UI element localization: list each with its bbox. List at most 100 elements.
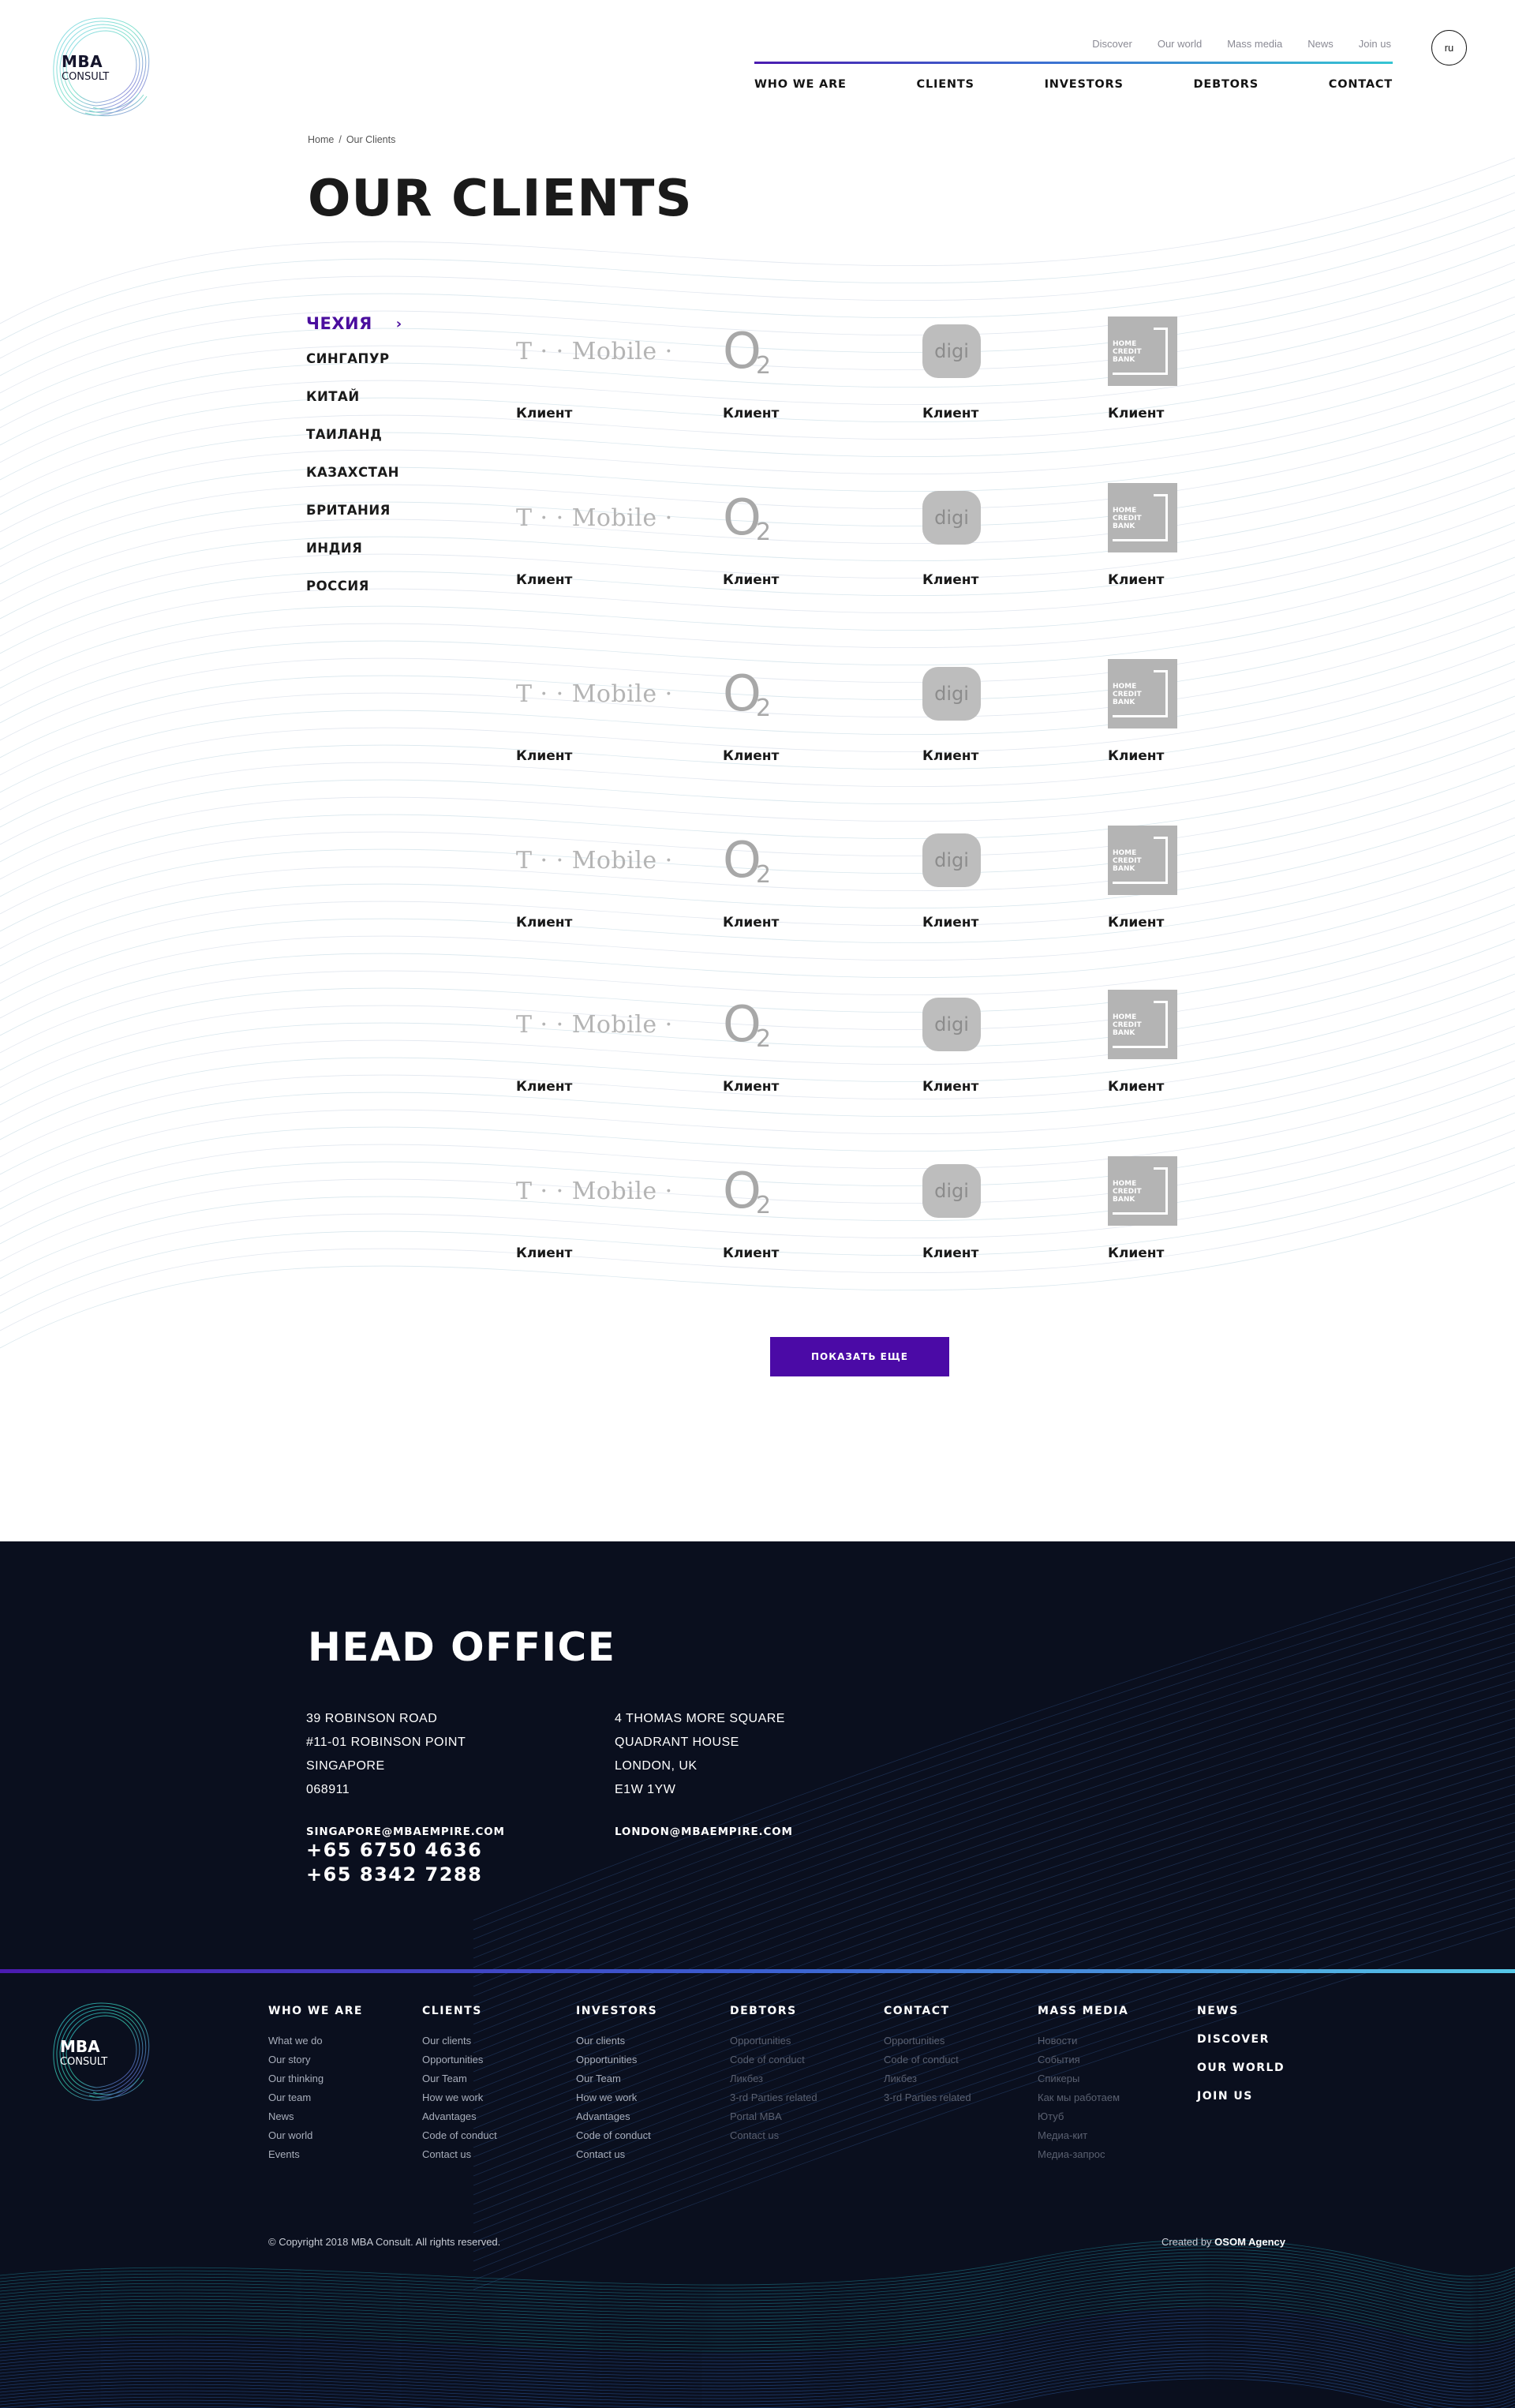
agency-link[interactable]: OSOM Agency	[1214, 2236, 1285, 2248]
language-switch-button[interactable]: ru	[1431, 30, 1467, 66]
footer-link[interactable]: Как мы работаем	[1038, 2090, 1128, 2109]
client-card[interactable]: O 2 Клиент	[723, 825, 881, 943]
footer-link[interactable]: Our thinking	[268, 2071, 363, 2090]
client-card[interactable]: digi Клиент	[922, 825, 1080, 943]
footer-column-title[interactable]: MASS MEDIA	[1038, 2005, 1128, 2033]
client-card[interactable]: HOME CREDIT BANK Клиент	[1108, 482, 1266, 601]
footer-link[interactable]: News	[268, 2109, 363, 2128]
client-card[interactable]: HOME CREDIT BANK Клиент	[1108, 316, 1266, 434]
breadcrumb-home[interactable]: Home	[308, 134, 334, 145]
footer-link-discover[interactable]: DISCOVER	[1197, 2033, 1285, 2062]
top-link-our-world[interactable]: Our world	[1158, 38, 1202, 50]
nav-clients[interactable]: CLIENTS	[917, 78, 974, 91]
footer-link-join-us[interactable]: JOIN US	[1197, 2090, 1285, 2118]
footer-link[interactable]: Events	[268, 2147, 363, 2166]
footer-link[interactable]: 3-rd Parties related	[730, 2090, 817, 2109]
country-item-kazakhstan[interactable]: КАЗАХСТАН	[306, 463, 402, 481]
footer-link[interactable]: Our clients	[576, 2033, 657, 2052]
client-card[interactable]: HOME CREDIT BANK Клиент	[1108, 989, 1266, 1107]
client-logo: O2	[723, 825, 881, 896]
footer-link-news[interactable]: NEWS	[1197, 2005, 1285, 2033]
footer-link[interactable]: Ютуб	[1038, 2109, 1128, 2128]
email-link[interactable]: LONDON@MBAEMPIRE.COM	[615, 1826, 793, 1838]
footer-link[interactable]: Our team	[268, 2090, 363, 2109]
top-link-join-us[interactable]: Join us	[1359, 38, 1391, 50]
o2-logo-icon: O2	[723, 666, 778, 723]
footer-link[interactable]: Opportunities	[422, 2052, 497, 2071]
nav-contact[interactable]: CONTACT	[1329, 78, 1393, 91]
top-link-discover[interactable]: Discover	[1092, 38, 1132, 50]
footer-link[interactable]: Contact us	[576, 2147, 657, 2166]
client-card[interactable]: T · · Mobile · Клиент	[516, 658, 674, 777]
footer-link[interactable]: Our Team	[576, 2071, 657, 2090]
footer-link[interactable]: Portal MBA	[730, 2109, 817, 2128]
footer-link[interactable]: Opportunities	[730, 2033, 817, 2052]
client-card[interactable]: O 2 Клиент	[723, 658, 881, 777]
footer-logo[interactable]: MBA CONSULT	[46, 1999, 156, 2106]
footer-link[interactable]: Code of conduct	[884, 2052, 971, 2071]
client-card[interactable]: T · · Mobile · Клиент	[516, 989, 674, 1107]
footer-link[interactable]: Code of conduct	[422, 2128, 497, 2147]
client-card[interactable]: HOME CREDIT BANK Клиент	[1108, 658, 1266, 777]
footer-link[interactable]: Медиа-кит	[1038, 2128, 1128, 2147]
client-card[interactable]: O 2 Клиент	[723, 316, 881, 434]
top-link-mass-media[interactable]: Mass media	[1227, 38, 1282, 50]
phone-link[interactable]: +65 6750 4636	[306, 1838, 505, 1863]
client-card[interactable]: T · · Mobile · Клиент	[516, 825, 674, 943]
footer-link[interactable]: Opportunities	[884, 2033, 971, 2052]
footer-link[interactable]: Our story	[268, 2052, 363, 2071]
footer-link[interactable]: Our clients	[422, 2033, 497, 2052]
footer-link[interactable]: Opportunities	[576, 2052, 657, 2071]
footer-link[interactable]: События	[1038, 2052, 1128, 2071]
hcb-line: BANK	[1113, 865, 1135, 873]
footer-link[interactable]: 3-rd Parties related	[884, 2090, 971, 2109]
phone-link[interactable]: +65 8342 7288	[306, 1863, 505, 1887]
footer-link[interactable]: Contact us	[730, 2128, 817, 2147]
footer-link[interactable]: Code of conduct	[730, 2052, 817, 2071]
footer-link[interactable]: Ликбез	[730, 2071, 817, 2090]
client-card[interactable]: digi Клиент	[922, 316, 1080, 434]
client-card[interactable]: O 2 Клиент	[723, 1155, 881, 1274]
logo[interactable]: MBA CONSULT	[46, 14, 156, 121]
footer-link[interactable]: Advantages	[576, 2109, 657, 2128]
client-card[interactable]: digi Клиент	[922, 482, 1080, 601]
footer-link-our-world[interactable]: OUR WORLD	[1197, 2062, 1285, 2090]
client-card[interactable]: T · · Mobile · Клиент	[516, 1155, 674, 1274]
footer-column-title[interactable]: DEBTORS	[730, 2005, 817, 2033]
footer-column-title[interactable]: WHO WE ARE	[268, 2005, 363, 2033]
footer-link[interactable]: Code of conduct	[576, 2128, 657, 2147]
client-card[interactable]: digi Клиент	[922, 989, 1080, 1107]
client-card[interactable]: T · · Mobile · Клиент	[516, 482, 674, 601]
footer-link[interactable]: Our Team	[422, 2071, 497, 2090]
copyright-text: © Copyright 2018 MBA Consult. All rights…	[268, 2236, 501, 2248]
nav-who-we-are[interactable]: WHO WE ARE	[754, 78, 847, 91]
footer-column-title[interactable]: CLIENTS	[422, 2005, 497, 2033]
client-card[interactable]: T · · Mobile · Клиент	[516, 316, 674, 434]
footer-link[interactable]: What we do	[268, 2033, 363, 2052]
nav-investors[interactable]: INVESTORS	[1045, 78, 1124, 91]
client-card[interactable]: digi Клиент	[922, 658, 1080, 777]
footer-logo-text-consult: CONSULT	[60, 2056, 108, 2068]
footer-column-title[interactable]: INVESTORS	[576, 2005, 657, 2033]
client-logo: O2	[723, 1155, 881, 1226]
nav-debtors[interactable]: DEBTORS	[1194, 78, 1259, 91]
client-card[interactable]: O 2 Клиент	[723, 482, 881, 601]
footer-link[interactable]: Ликбез	[884, 2071, 971, 2090]
client-card[interactable]: HOME CREDIT BANK Клиент	[1108, 1155, 1266, 1274]
o2-subscript: 2	[756, 519, 772, 546]
show-more-button[interactable]: ПОКАЗАТЬ ЕЩЕ	[770, 1337, 949, 1376]
footer-link[interactable]: Спикеры	[1038, 2071, 1128, 2090]
footer-link[interactable]: Our world	[268, 2128, 363, 2147]
email-link[interactable]: SINGAPORE@MBAEMPIRE.COM	[306, 1826, 505, 1838]
client-card[interactable]: O 2 Клиент	[723, 989, 881, 1107]
footer-link[interactable]: Contact us	[422, 2147, 497, 2166]
footer-link[interactable]: Advantages	[422, 2109, 497, 2128]
footer-link[interactable]: How we work	[576, 2090, 657, 2109]
footer-column-title[interactable]: CONTACT	[884, 2005, 971, 2033]
footer-link[interactable]: Медиа-запрос	[1038, 2147, 1128, 2166]
footer-link[interactable]: Новости	[1038, 2033, 1128, 2052]
footer-link[interactable]: How we work	[422, 2090, 497, 2109]
client-card[interactable]: HOME CREDIT BANK Клиент	[1108, 825, 1266, 943]
top-link-news[interactable]: News	[1307, 38, 1334, 50]
client-card[interactable]: digi Клиент	[922, 1155, 1080, 1274]
